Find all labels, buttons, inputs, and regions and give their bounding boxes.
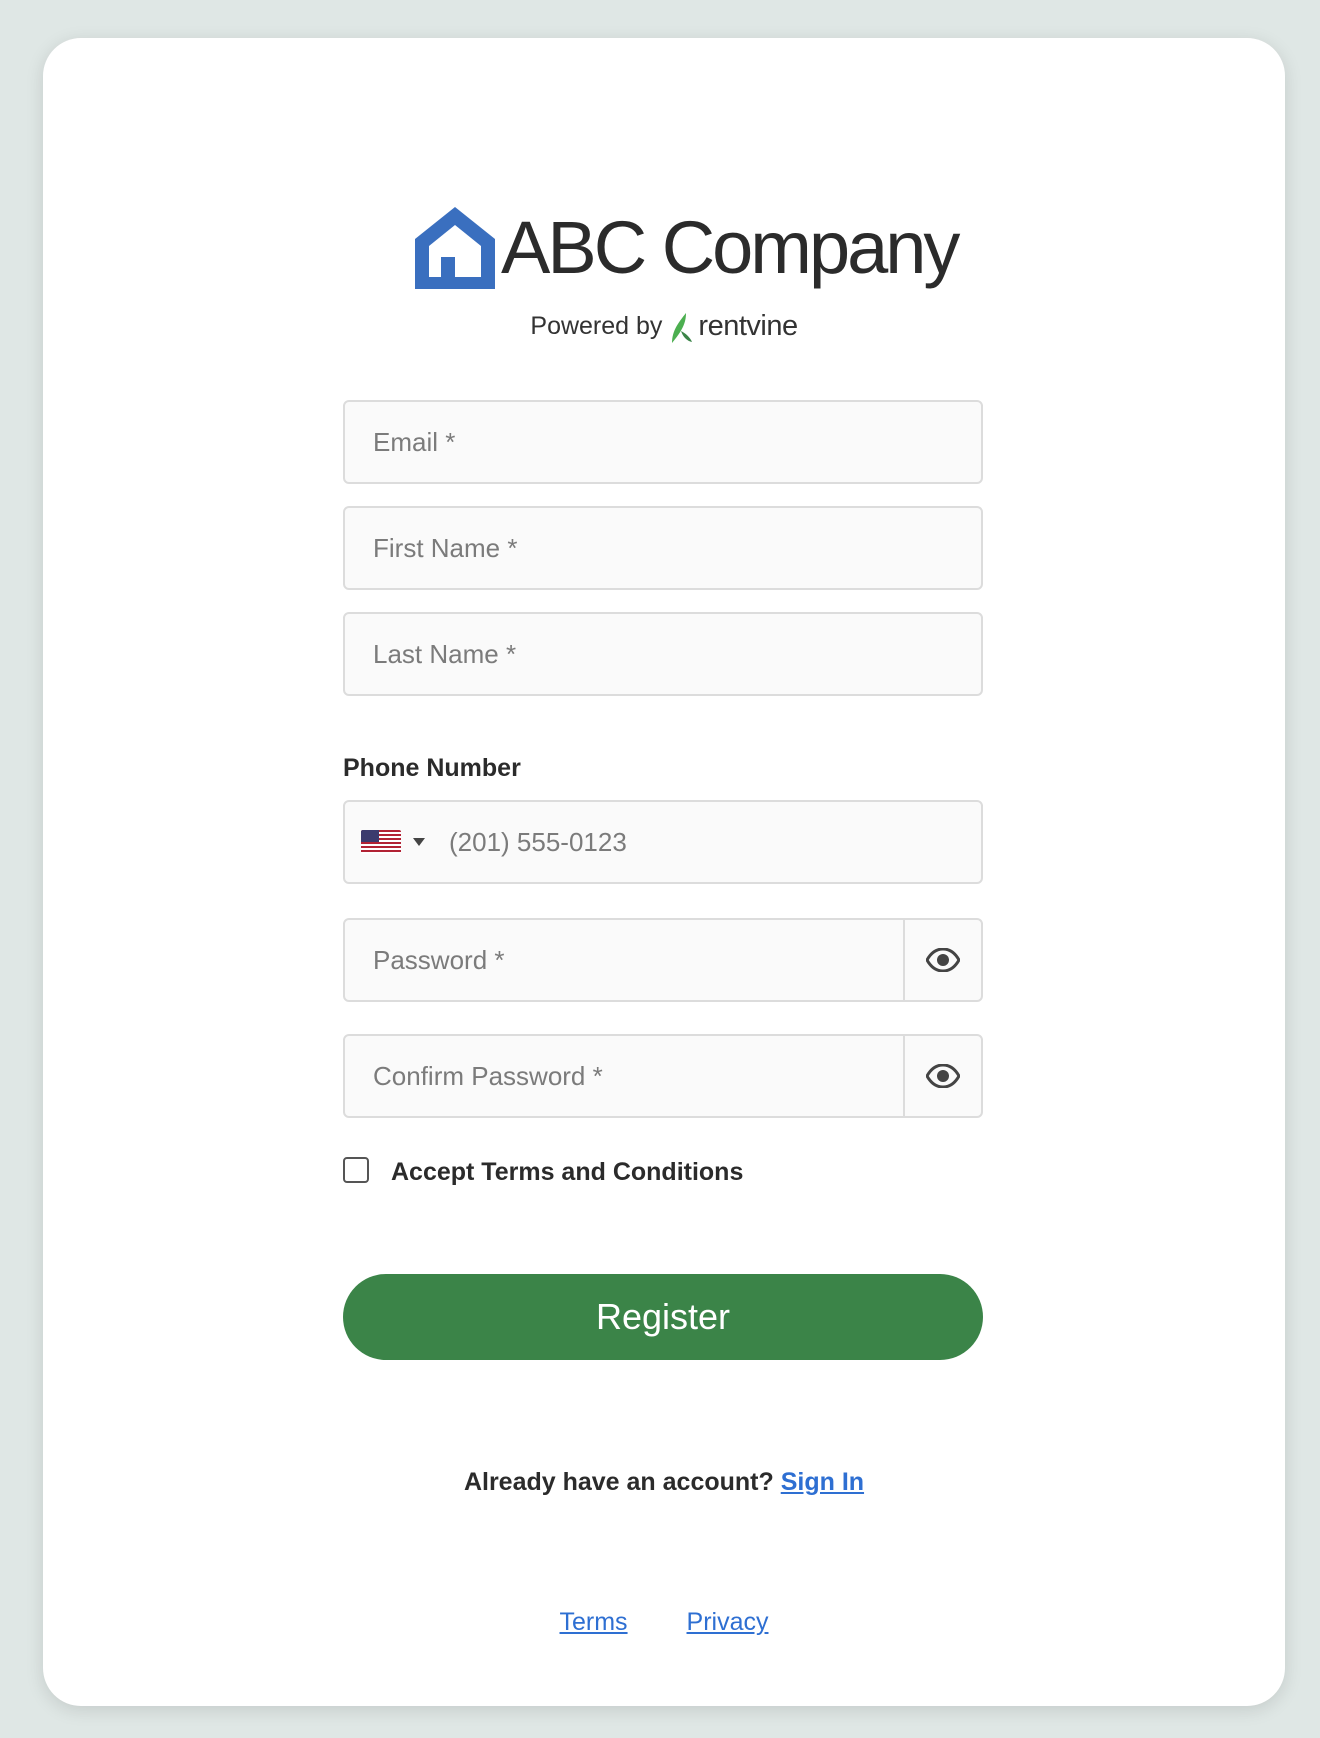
house-logo-icon (415, 207, 495, 289)
accept-terms-label[interactable]: Accept Terms and Conditions (391, 1158, 743, 1187)
accept-terms-checkbox[interactable] (343, 1156, 369, 1183)
signin-prompt-row: Already have an account? Sign In (43, 1468, 1285, 1497)
privacy-link[interactable]: Privacy (687, 1608, 769, 1636)
us-flag-icon (361, 830, 401, 854)
last-name-input[interactable] (345, 614, 981, 694)
first-name-input[interactable] (345, 508, 981, 588)
country-code-select[interactable] (345, 802, 425, 882)
show-password-button[interactable] (903, 920, 981, 1000)
footer-links: Terms Privacy (43, 1608, 1285, 1637)
phone-number-label: Phone Number (343, 754, 521, 782)
eye-icon (926, 1064, 960, 1088)
company-logo: ABC Company (415, 188, 960, 308)
email-input[interactable] (345, 402, 981, 482)
signin-prompt-text: Already have an account? (463, 1468, 774, 1496)
terms-link[interactable]: Terms (560, 1608, 628, 1636)
last-name-field-container (343, 612, 983, 696)
eye-icon (926, 948, 960, 972)
sign-in-link[interactable]: Sign In (781, 1468, 864, 1496)
rentvine-name: rentvine (698, 310, 798, 342)
company-name: ABC Company (501, 206, 960, 289)
registration-card: ABC Company Powered by rentvine Phone Nu… (43, 38, 1285, 1706)
show-confirm-password-button[interactable] (903, 1036, 981, 1116)
chevron-down-icon (413, 838, 425, 846)
password-input[interactable] (345, 920, 903, 1000)
password-field-container (343, 918, 983, 1002)
accept-terms-row: Accept Terms and Conditions (343, 1156, 743, 1187)
phone-field-container (343, 800, 983, 884)
confirm-password-input[interactable] (345, 1036, 903, 1116)
register-button[interactable]: Register (343, 1274, 983, 1360)
confirm-password-field-container (343, 1034, 983, 1118)
email-field-container (343, 400, 983, 484)
rentvine-leaf-icon (672, 312, 693, 343)
first-name-field-container (343, 506, 983, 590)
powered-by-text: Powered by (530, 312, 663, 340)
powered-by-line: Powered by rentvine (43, 310, 1285, 343)
phone-input[interactable] (425, 802, 981, 882)
